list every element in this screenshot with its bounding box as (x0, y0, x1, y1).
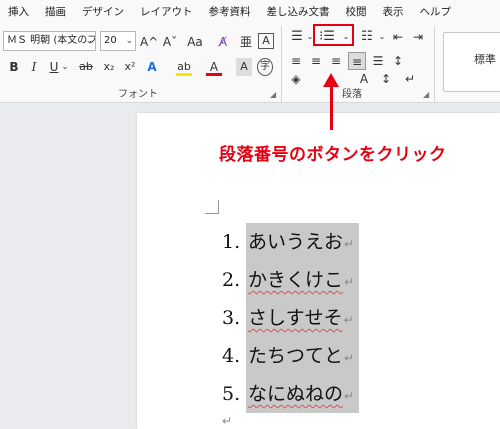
paragraph-mark-icon: ↵ (344, 389, 355, 403)
chevron-down-icon[interactable]: ⌄ (60, 58, 70, 76)
text-effects-button[interactable]: A (144, 58, 160, 76)
align-left-icon[interactable]: ≡ (288, 52, 304, 70)
font-size-value: 20 (104, 35, 117, 46)
list-text: なにぬねの↵ (246, 375, 359, 413)
list-text-value: あいうえお (248, 231, 344, 253)
paragraph-mark-icon: ↵ (344, 351, 355, 365)
paragraph-mark-icon: ↵ (222, 414, 233, 428)
style-gallery-item[interactable]: 標準 (443, 32, 500, 92)
font-name-select[interactable]: ＭＳ 明朝 (本文のフ ⌄ (3, 31, 96, 51)
paragraph-group-label: 段落 (342, 89, 362, 100)
list-number: 1. (222, 231, 241, 253)
paragraph-group: ☰ ⌄ ⁝☰ ⌄ ☷ ⌄ ⇤ ⇥ ≡ ≡ ≡ ≡ ☰ ↕ ◈ A ↕ ↵ 段落 … (282, 26, 435, 103)
enclose-char-button[interactable]: 字 (257, 58, 273, 76)
chevron-down-icon: ⌄ (85, 36, 93, 46)
italic-button[interactable]: I (28, 58, 40, 76)
line-spacing-icon[interactable]: ↕ (390, 52, 406, 70)
tab-insert[interactable]: 挿入 (0, 0, 37, 24)
bullets-icon[interactable]: ☰ (288, 28, 306, 46)
shading-icon[interactable]: ◈ (288, 70, 304, 88)
paragraph-dialog-launcher-icon[interactable]: ◢ (423, 90, 429, 99)
paragraph-mark-icon[interactable]: ↵ (402, 70, 418, 88)
tab-help[interactable]: ヘルプ (412, 0, 460, 24)
list-item[interactable]: 4. たちつてと↵ (222, 337, 359, 375)
distribute-icon[interactable]: ☰ (370, 52, 386, 70)
style-normal-label: 標準 (474, 53, 496, 66)
phonetic-guide-button[interactable]: 亜 (237, 33, 255, 51)
bold-button[interactable]: B (8, 58, 20, 76)
font-name-value: ＭＳ 明朝 (本文のフ (7, 35, 96, 46)
list-text-value: たちつてと (248, 345, 344, 367)
numbering-button-highlight (313, 24, 354, 46)
list-text: あいうえお↵ (246, 223, 359, 261)
tab-design[interactable]: デザイン (74, 0, 132, 24)
paragraph-mark-icon: ↵ (344, 275, 355, 289)
char-shading-button[interactable]: A (236, 58, 252, 76)
tab-review[interactable]: 校閲 (338, 0, 375, 24)
margin-corner-mark (205, 200, 219, 214)
font-size-select[interactable]: 20 ⌄ (100, 31, 136, 51)
numbered-list: 1. あいうえお↵ 2. かきくけこ↵ 3. さしすせそ↵ 4. たちつてと↵ … (222, 223, 359, 413)
ribbon: 挿入 描画 デザイン レイアウト 参考資料 差し込み文書 校閲 表示 ヘルプ Ｍ… (0, 0, 500, 103)
list-text-value: かきくけこ (248, 269, 344, 291)
tab-view[interactable]: 表示 (375, 0, 412, 24)
list-item[interactable]: 1. あいうえお↵ (222, 223, 359, 261)
increase-indent-icon[interactable]: ⇥ (410, 28, 426, 46)
font-group-label: フォント (118, 89, 158, 100)
multilevel-list-icon[interactable]: ☷ (358, 28, 376, 46)
list-text: たちつてと↵ (246, 337, 359, 375)
chevron-down-icon[interactable]: ⌄ (378, 28, 386, 46)
list-text-value: さしすせそ (248, 307, 343, 329)
font-color-button[interactable]: A (206, 58, 222, 76)
list-text: かきくけこ↵ (246, 261, 359, 299)
underline-button[interactable]: U (48, 58, 60, 76)
list-item[interactable]: 3. さしすせそ↵ (222, 299, 359, 337)
superscript-button[interactable]: x² (122, 58, 138, 76)
tab-mailings[interactable]: 差し込み文書 (259, 0, 338, 24)
arrow-shaft (330, 84, 333, 130)
align-center-icon[interactable]: ≡ (308, 52, 324, 70)
tab-layout[interactable]: レイアウト (132, 0, 201, 24)
grow-font-button[interactable]: A^ (140, 33, 158, 51)
font-dialog-launcher-icon[interactable]: ◢ (270, 90, 276, 99)
shrink-font-button[interactable]: Aˇ (161, 33, 179, 51)
list-number: 3. (222, 307, 241, 329)
clear-format-button[interactable]: A̸ (214, 33, 232, 51)
instruction-annotation: 段落番号のボタンをクリック (219, 145, 447, 165)
list-number: 2. (222, 269, 241, 291)
tab-references[interactable]: 参考資料 (201, 0, 259, 24)
sort-icon[interactable]: ↕ (378, 70, 394, 88)
list-item[interactable]: 2. かきくけこ↵ (222, 261, 359, 299)
decrease-indent-icon[interactable]: ⇤ (390, 28, 406, 46)
tab-draw[interactable]: 描画 (37, 0, 74, 24)
justify-icon[interactable]: ≡ (348, 52, 366, 70)
menu-bar: 挿入 描画 デザイン レイアウト 参考資料 差し込み文書 校閲 表示 ヘルプ (0, 0, 500, 24)
list-text: さしすせそ↵ (246, 299, 359, 337)
list-text-value: なにぬねの (248, 383, 344, 405)
list-number: 5. (222, 383, 241, 405)
paragraph-mark-icon: ↵ (344, 237, 355, 251)
chevron-down-icon: ⌄ (125, 36, 133, 46)
list-number: 4. (222, 345, 241, 367)
change-case-button[interactable]: Aa (182, 33, 208, 51)
char-border-button[interactable]: A (258, 33, 274, 49)
align-right-icon[interactable]: ≡ (328, 52, 344, 70)
paragraph-mark-icon: ↵ (343, 313, 354, 327)
font-group: ＭＳ 明朝 (本文のフ ⌄ 20 ⌄ A^ Aˇ Aa A̸ 亜 A B I U… (0, 26, 282, 103)
subscript-button[interactable]: x₂ (101, 58, 117, 76)
strikethrough-button[interactable]: ab (78, 58, 94, 76)
list-item[interactable]: 5. なにぬねの↵ (222, 375, 359, 413)
highlight-button[interactable]: ab (176, 58, 192, 76)
